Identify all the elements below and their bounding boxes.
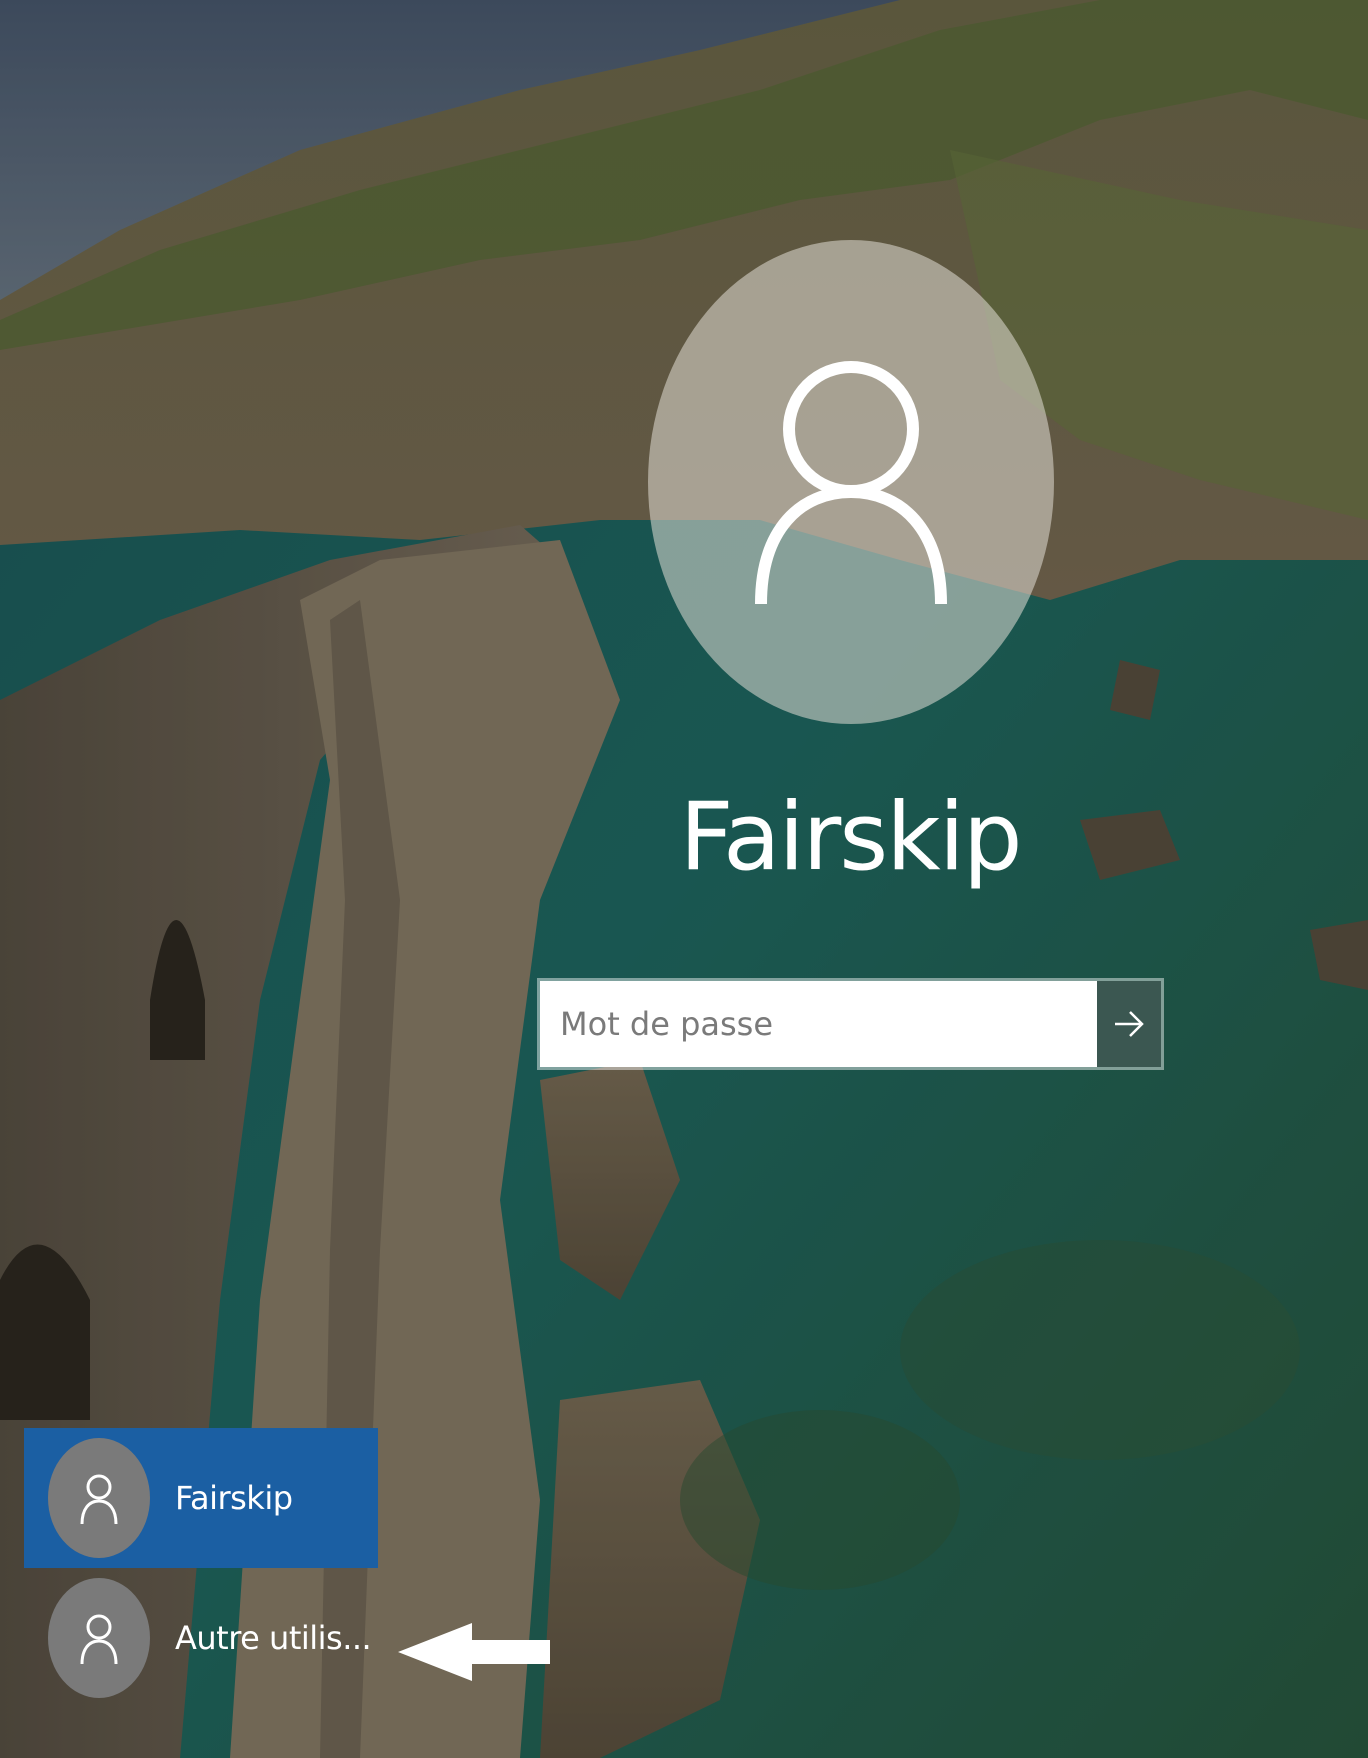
user-avatar: [48, 1438, 150, 1558]
user-item-label: Fairskip: [175, 1479, 293, 1517]
user-silhouette-icon: [755, 361, 947, 604]
submit-button[interactable]: [1097, 981, 1161, 1067]
lock-screen: Fairskip Fairskip Autre utilis...: [0, 0, 1368, 1758]
user-list: Fairskip Autre utilis...: [24, 1428, 378, 1708]
username-title: Fairskip: [679, 783, 1023, 892]
user-avatar-large: [648, 240, 1054, 724]
password-box: [537, 978, 1164, 1070]
user-item-label: Autre utilis...: [175, 1619, 372, 1657]
user-silhouette-icon: [80, 1614, 118, 1664]
user-silhouette-icon: [80, 1474, 118, 1524]
user-avatar: [48, 1578, 150, 1698]
user-item-other-user[interactable]: Autre utilis...: [24, 1568, 378, 1708]
user-item-fairskip[interactable]: Fairskip: [24, 1428, 378, 1568]
arrow-right-icon: [1115, 1011, 1144, 1037]
password-input[interactable]: [540, 981, 1097, 1067]
arrow-left-icon: [398, 1623, 550, 1681]
